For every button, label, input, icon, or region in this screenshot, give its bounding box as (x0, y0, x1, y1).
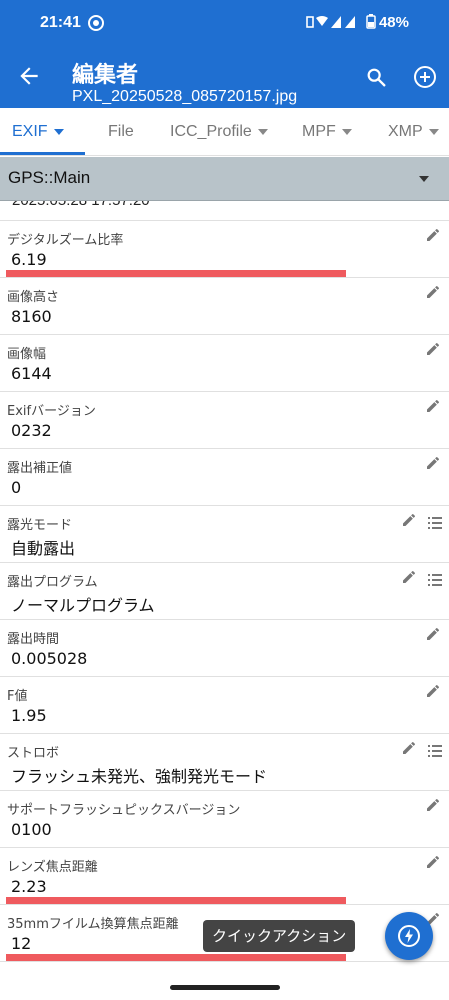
list-item[interactable]: 露出補正値 0 (0, 449, 449, 506)
home-gesture-pill[interactable] (170, 985, 280, 990)
field-value: フラッシュ未発光、強制発光モード (11, 767, 268, 786)
tab-xmp[interactable]: XMP (388, 108, 439, 156)
page-title: 編集者 (72, 63, 139, 88)
list-item[interactable]: レンズ焦点距離 2.23 (0, 848, 449, 905)
list-item[interactable]: ストロボフラッシュ未発光、強制発光モード (0, 734, 449, 791)
list-item[interactable]: 露出時間 0.005028 (0, 620, 449, 677)
dropdown-arrow-icon[interactable] (419, 176, 429, 182)
field-value: 6.19 (11, 250, 47, 269)
options-list-icon[interactable] (428, 514, 442, 529)
edit-pencil-icon[interactable] (425, 854, 441, 870)
tab-icc-profile-label: ICC_Profile (170, 123, 252, 140)
field-label: 露光モード (7, 518, 73, 533)
field-value: 8160 (11, 307, 52, 326)
field-value: 2025:05:28 17:57:20 (12, 201, 150, 209)
edit-pencil-icon[interactable] (425, 455, 441, 471)
field-value: 0.005028 (11, 649, 88, 668)
list-item-partial: 2025:05:28 17:57:20 (0, 201, 449, 221)
field-label: ストロボ (7, 746, 60, 761)
quick-action-tooltip: クイックアクション (203, 920, 356, 952)
tab-icc-profile[interactable]: ICC_Profile (170, 108, 268, 156)
bolt-icon (398, 925, 420, 947)
list-item[interactable]: デジタルズーム比率 6.19 (0, 221, 449, 278)
field-value: 6144 (11, 364, 52, 383)
add-circle-icon[interactable] (413, 65, 437, 89)
field-label: デジタルズーム比率 (7, 233, 124, 248)
field-value: 0232 (11, 421, 52, 440)
tab-file[interactable]: File (108, 108, 134, 156)
field-value: ノーマルプログラム (11, 596, 155, 615)
options-list-icon[interactable] (428, 571, 442, 586)
signal-icons (305, 14, 367, 34)
edit-pencil-icon[interactable] (425, 398, 441, 414)
status-bar: 21:41 48% (0, 0, 449, 50)
field-value: 1.95 (11, 706, 47, 725)
chevron-down-icon (428, 128, 439, 135)
field-label: 露出プログラム (7, 575, 98, 590)
field-value: 0 (11, 478, 22, 497)
highlight-bar (6, 270, 346, 277)
vibrate-wifi-signal-icon (306, 16, 355, 28)
arrow-back-icon[interactable] (16, 63, 42, 89)
field-label: レンズ焦点距離 (7, 860, 98, 875)
edit-pencil-icon[interactable] (425, 284, 441, 300)
field-value: 自動露出 (11, 539, 76, 558)
section-label: GPS::Main (8, 168, 91, 187)
tab-bar: EXIF File ICC_Profile MPF XMP (0, 108, 449, 156)
quick-action-button[interactable] (385, 912, 433, 960)
tab-exif-label: EXIF (12, 123, 48, 140)
field-label: Exifバージョン (7, 404, 96, 419)
list-item[interactable]: 画像高さ 8160 (0, 278, 449, 335)
edit-pencil-icon[interactable] (425, 626, 441, 642)
field-label: 露出時間 (7, 632, 60, 647)
battery-level: 48% (366, 14, 409, 31)
edit-pencil-icon[interactable] (425, 797, 441, 813)
app-bar: 編集者 PXL_20250528_085720157.jpg (0, 50, 449, 108)
battery-percent: 48% (378, 14, 409, 31)
options-list-icon[interactable] (428, 742, 442, 757)
chevron-down-icon (53, 128, 64, 135)
edit-pencil-icon[interactable] (425, 341, 441, 357)
tab-exif[interactable]: EXIF (12, 108, 64, 156)
list-item[interactable]: サポートフラッシュピックスバージョン 0100 (0, 791, 449, 848)
list-item[interactable]: 露光モード自動露出 (0, 506, 449, 563)
field-value: 2.23 (11, 877, 47, 896)
edit-pencil-icon[interactable] (425, 227, 441, 243)
search-icon[interactable] (365, 66, 387, 88)
chevron-down-icon (257, 128, 268, 135)
tab-xmp-label: XMP (388, 123, 423, 140)
system-nav-bar (0, 977, 449, 1000)
highlight-bar (6, 897, 346, 904)
list-item[interactable]: F値 1.95 (0, 677, 449, 734)
edit-pencil-icon[interactable] (401, 512, 417, 528)
active-tab-indicator (0, 152, 85, 155)
field-label: F値 (7, 689, 28, 704)
field-label: 35mmフイルム換算焦点距離 (7, 917, 179, 932)
list-item[interactable]: 露出プログラムノーマルプログラム (0, 563, 449, 620)
list-item[interactable]: 画像幅 6144 (0, 335, 449, 392)
field-label: 露出補正値 (7, 461, 73, 476)
file-name: PXL_20250528_085720157.jpg (72, 88, 298, 105)
tab-mpf[interactable]: MPF (302, 108, 352, 156)
list-item[interactable]: Exifバージョン 0232 (0, 392, 449, 449)
section-header[interactable]: GPS::Main (0, 157, 449, 201)
edit-pencil-icon[interactable] (401, 740, 417, 756)
edit-pencil-icon[interactable] (425, 683, 441, 699)
exif-field-list[interactable]: 2025:05:28 17:57:20 デジタルズーム比率 6.19 画像高さ 816… (0, 201, 449, 977)
chevron-down-icon (341, 128, 352, 135)
cast-icon (88, 15, 104, 31)
highlight-bar (6, 954, 346, 961)
battery-icon (366, 14, 376, 29)
field-value: 0100 (11, 820, 52, 839)
edit-pencil-icon[interactable] (401, 569, 417, 585)
tab-file-label: File (108, 123, 134, 140)
field-label: サポートフラッシュピックスバージョン (7, 803, 241, 818)
status-time: 21:41 (40, 14, 81, 31)
field-value: 12 (11, 934, 32, 953)
field-label: 画像幅 (7, 347, 47, 362)
tab-mpf-label: MPF (302, 123, 336, 140)
field-label: 画像高さ (7, 290, 60, 305)
